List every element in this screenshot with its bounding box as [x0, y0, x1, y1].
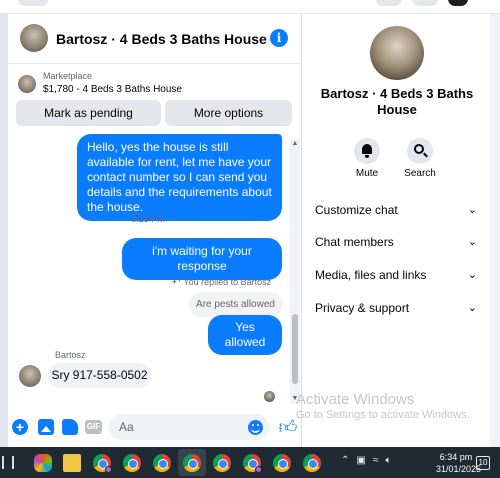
profile-badge: [105, 466, 112, 473]
chrome-icon[interactable]: [303, 454, 321, 472]
volume-icon[interactable]: 🔈︎: [385, 455, 391, 466]
chevron-down-icon: ⌄: [467, 204, 477, 216]
plus-icon[interactable]: +: [12, 419, 28, 435]
privacy-support-row[interactable]: Privacy & support ⌄: [315, 298, 477, 318]
info-title: Bartosz · 4 Beds 3 Baths House: [320, 86, 474, 117]
row-label: Media, files and links: [315, 268, 427, 282]
more-options-button[interactable]: More options: [165, 100, 292, 126]
chat-avatar[interactable]: [20, 24, 48, 52]
chevron-down-icon: ⌄: [467, 269, 477, 281]
screen: Bartosz · 4 Beds 3 Baths House i Marketp…: [0, 0, 500, 478]
quoted-message[interactable]: Are pests allowed: [189, 292, 282, 317]
row-label: Privacy & support: [315, 301, 410, 315]
emoji-icon[interactable]: [248, 420, 263, 435]
scroll-thumb[interactable]: [292, 314, 298, 384]
mark-as-pending-button[interactable]: Mark as pending: [16, 100, 161, 126]
chrome-icon[interactable]: [123, 454, 141, 472]
row-label: Chat members: [315, 235, 394, 249]
chat-info-panel: Bartosz · 4 Beds 3 Baths House Mute Sear…: [303, 14, 490, 447]
wifi-icon[interactable]: ≈: [373, 455, 379, 466]
customize-chat-row[interactable]: Customize chat ⌄: [315, 200, 477, 220]
replied-text: You replied to Bartosz: [183, 277, 272, 287]
marketplace-label: Marketplace: [43, 71, 93, 81]
seen-indicator: [264, 391, 275, 402]
search-circle[interactable]: [407, 138, 433, 164]
chrome-icon[interactable]: [153, 454, 171, 472]
search-icon: [414, 144, 424, 154]
chevron-down-icon: ⌄: [467, 302, 477, 314]
sticker-icon[interactable]: [62, 419, 78, 435]
timestamp: 6:25 PM: [131, 214, 165, 224]
notification-icon[interactable]: 10: [476, 456, 490, 470]
bell-icon: [362, 144, 372, 158]
top-button-edge[interactable]: [376, 0, 402, 6]
incoming-message[interactable]: Sry 917-558-0502: [48, 363, 151, 388]
top-button-edge[interactable]: [412, 0, 438, 6]
marketplace-listing[interactable]: Marketplace $1,780 - 4 Beds 3 Baths Hous…: [8, 65, 302, 101]
listing-title: $1,780 - 4 Beds 3 Baths House: [43, 84, 182, 95]
message-input[interactable]: [109, 414, 269, 440]
right-edge-scrollbar[interactable]: [490, 14, 500, 447]
activate-windows-watermark: Activate Windows: [296, 391, 415, 408]
chrome-icon[interactable]: [213, 454, 231, 472]
outgoing-message[interactable]: Yes allowed: [208, 315, 282, 355]
reply-arrow-icon: ↶: [172, 277, 181, 288]
copilot-icon[interactable]: [34, 454, 52, 472]
system-tray[interactable]: ⌃ ▣ ≈ 🔈︎: [341, 455, 398, 466]
taskbar: [0, 447, 500, 478]
top-tab-edge[interactable]: [18, 0, 48, 6]
top-toolbar-strip: [0, 0, 500, 14]
thumbs-up-icon[interactable]: 👍︎: [278, 417, 298, 437]
task-view-icon[interactable]: [2, 456, 14, 469]
clock[interactable]: 6:34 pm 31/01/2025: [436, 451, 482, 475]
outgoing-message[interactable]: i'm waiting for your response: [122, 238, 282, 280]
gif-icon[interactable]: GIF: [85, 420, 102, 434]
chevron-down-icon: ⌄: [467, 236, 477, 248]
mute-circle[interactable]: [354, 138, 380, 164]
chrome-icon[interactable]: [183, 454, 201, 472]
chat-panel: Bartosz · 4 Beds 3 Baths House i Marketp…: [8, 14, 302, 447]
info-icon[interactable]: i: [270, 29, 288, 47]
chat-members-row[interactable]: Chat members ⌄: [315, 232, 477, 252]
file-explorer-icon[interactable]: [63, 454, 81, 472]
left-edge: [0, 14, 8, 447]
mute-button[interactable]: Mute: [347, 138, 387, 179]
sender-name: Bartosz: [55, 350, 86, 360]
image-icon[interactable]: [38, 419, 54, 435]
search-button[interactable]: Search: [400, 138, 440, 179]
message-composer: + GIF 👍︎: [8, 409, 302, 447]
row-label: Customize chat: [315, 203, 398, 217]
search-label: Search: [404, 168, 436, 179]
scroll-up-arrow-icon[interactable]: ▲: [290, 139, 300, 149]
clock-time: 6:34 pm: [439, 452, 473, 462]
profile-badge: [255, 466, 262, 473]
chevron-up-icon[interactable]: ⌃: [341, 455, 349, 466]
message-scrollbar[interactable]: ▲ ▼: [290, 139, 300, 404]
chrome-icon[interactable]: [273, 454, 291, 472]
chat-header: Bartosz · 4 Beds 3 Baths House i: [8, 14, 302, 64]
clock-date: 31/01/2025: [436, 464, 482, 474]
chat-title[interactable]: Bartosz · 4 Beds 3 Baths House: [56, 31, 267, 47]
media-files-links-row[interactable]: Media, files and links ⌄: [315, 265, 477, 285]
replied-note: ↶ You replied to Bartosz: [172, 277, 271, 288]
camera-icon[interactable]: ▣: [356, 455, 365, 466]
info-avatar[interactable]: [370, 26, 424, 80]
activate-windows-subtext: Go to Settings to activate Windows.: [296, 409, 470, 421]
listing-thumbnail: [18, 75, 36, 93]
mute-label: Mute: [355, 168, 379, 179]
sender-avatar[interactable]: [19, 365, 41, 387]
outgoing-message[interactable]: Hello, yes the house is still available …: [77, 134, 282, 221]
top-avatar-edge[interactable]: [448, 0, 468, 6]
